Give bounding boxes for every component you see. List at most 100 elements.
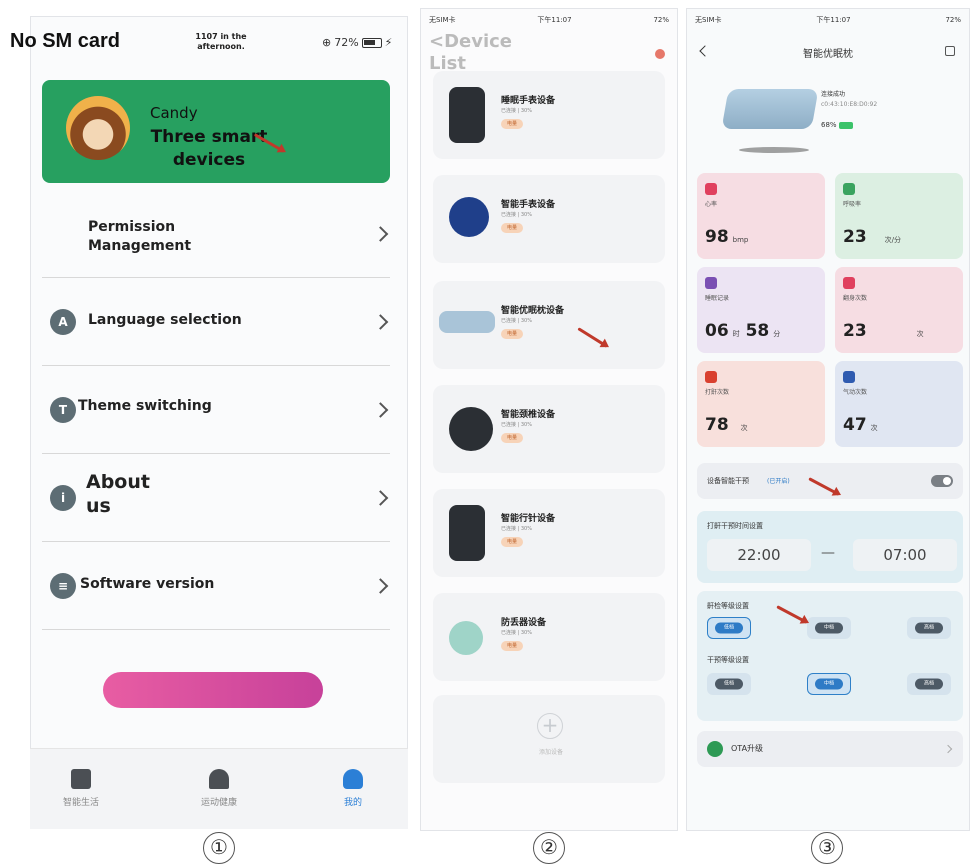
device-card[interactable]: 智能手表设备 已连接 | 30% 电量 [433, 175, 665, 263]
device-battery: 68% [821, 121, 853, 129]
schedule-label: 打鼾干预时间设置 [707, 522, 763, 530]
start-time-field[interactable]: 22:00 [707, 539, 811, 571]
device-name: 智能行针设备 [501, 514, 556, 524]
tab-smart-life[interactable]: 智能生活 [36, 769, 126, 808]
battery-icon [361, 37, 382, 48]
shoe-icon [209, 769, 229, 789]
menu-label: About us [86, 471, 150, 517]
figure-number: ③ [811, 832, 843, 864]
device-count: Three smart devices [150, 127, 268, 170]
metric-turn-count[interactable]: 翻身次数 23 次 [835, 267, 963, 353]
phone-screen-pillow-detail: 无SIM卡 下午11:07 72% 智能优眠枕 连接成功 c0:43:10:E8:D… [686, 8, 970, 831]
intervene-level-medium[interactable]: 中档 [807, 673, 851, 695]
device-name: 防丢器设备 [501, 618, 547, 628]
metric-label: 呼吸率 [843, 201, 862, 208]
snore-level-medium[interactable]: 中档 [807, 617, 851, 639]
menu-label: Language selection [88, 312, 242, 328]
carrier-status: 无SIM卡 [695, 16, 722, 24]
metric-snore-count[interactable]: 打鼾次数 78 次 [697, 361, 825, 447]
metric-label: 翻身次数 [843, 295, 868, 302]
pillow-image [721, 89, 819, 129]
edit-icon[interactable] [945, 46, 955, 56]
pillow-image [439, 311, 495, 333]
add-device-label: 添加设备 [538, 749, 563, 756]
menu-theme-switching[interactable]: T Theme switching [42, 366, 390, 454]
phone-screen-device-list: 无SIM卡 下午11:07 72% <Device List 睡眠手表设备 已连接 |… [420, 8, 678, 831]
neck-device-image [449, 407, 493, 451]
tab-label: 我的 [343, 798, 362, 808]
shirt-icon: T [50, 397, 76, 423]
clock: 下午11:07 [537, 16, 572, 24]
device-card[interactable]: 智能颈椎设备 已连接 | 30% 电量 [433, 385, 665, 473]
figure-number: ② [533, 832, 565, 864]
device-card[interactable]: 防丢器设备 已连接 | 30% 电量 [433, 593, 665, 681]
chevron-right-icon [372, 314, 389, 330]
page-title: 智能优眠枕 [803, 49, 853, 60]
tab-sport-health[interactable]: 运动健康 [174, 769, 264, 808]
device-status: 已连接 | 30% [501, 212, 532, 218]
metric-label: 打鼾次数 [705, 389, 730, 396]
tab-label: 智能生活 [62, 798, 99, 808]
level-label: 高档 [915, 622, 943, 634]
avatar[interactable] [66, 96, 130, 160]
status-bar: 无SIM卡 下午11:07 72% [421, 9, 677, 31]
metric-value: 23 次/分 [843, 227, 901, 247]
back-button[interactable]: <Device List [429, 31, 539, 75]
end-time-field[interactable]: 07:00 [853, 539, 957, 571]
add-device-card[interactable]: + 添加设备 [433, 695, 665, 783]
device-name: 睡眠手表设备 [501, 96, 556, 106]
metric-respiration[interactable]: 呼吸率 23 次/分 [835, 173, 963, 259]
metric-unit: 时 [732, 330, 740, 338]
device-card[interactable]: 智能行针设备 已连接 | 30% 电量 [433, 489, 665, 577]
tracker-image [449, 621, 483, 655]
logout-button[interactable] [103, 672, 323, 708]
lungs-icon [843, 183, 855, 195]
battery-percent: 72% [653, 16, 669, 24]
intervene-level-label: 干预等级设置 [707, 656, 749, 664]
person-icon [343, 769, 363, 789]
watch-image [449, 87, 485, 143]
battery-percent: 72% [945, 16, 961, 24]
device-card[interactable]: 睡眠手表设备 已连接 | 30% 电量 [433, 71, 665, 159]
clock: 下午11:07 [816, 16, 851, 24]
ota-label: OTA升级 [731, 744, 764, 753]
layers-icon: ≡ [50, 573, 76, 599]
metric-unit: 次 [870, 424, 878, 432]
add-icon[interactable] [655, 49, 665, 59]
menu-about-us[interactable]: i About us [42, 454, 390, 542]
tab-mine[interactable]: 我的 [308, 769, 398, 808]
device-battery-percent: 68% [821, 121, 837, 129]
snore-level-label: 鼾检等级设置 [707, 602, 749, 610]
user-name: Candy [150, 104, 198, 122]
device-tag: 电量 [501, 329, 523, 339]
level-label: 低档 [715, 678, 743, 690]
connection-status: 连接成功 [821, 91, 846, 98]
metric-heart-rate[interactable]: 心率 98 bmp [697, 173, 825, 259]
chevron-right-icon [943, 744, 953, 754]
menu-permission-management[interactable]: Permission Management [42, 190, 390, 278]
ota-row[interactable]: OTA升级 [697, 731, 963, 767]
snore-level-high[interactable]: 高档 [907, 617, 951, 639]
metric-number: 23 [843, 321, 867, 341]
watch-image [449, 197, 489, 237]
intervention-row: 设备智能干预 (已开启) [697, 463, 963, 499]
snore-level-low[interactable]: 低档 [707, 617, 751, 639]
charging-icon: ⚡ [384, 36, 393, 49]
metric-unit: 次 [740, 424, 748, 432]
menu-software-version[interactable]: ≡ Software version [42, 542, 390, 630]
level-label: 中档 [815, 622, 843, 634]
intervene-level-high[interactable]: 高档 [907, 673, 951, 695]
metric-air-count[interactable]: 气动次数 47 次 [835, 361, 963, 447]
metric-label: 气动次数 [843, 389, 868, 396]
menu-language-selection[interactable]: A Language selection [42, 278, 390, 366]
menu-label: Software version [80, 576, 215, 592]
intervene-level-low[interactable]: 低档 [707, 673, 751, 695]
device-card[interactable]: 智能优眠枕设备 已连接 | 30% 电量 [433, 281, 665, 369]
device-name: 智能手表设备 [501, 200, 556, 210]
device-name: 智能优眠枕设备 [501, 306, 565, 316]
metric-sleep-record[interactable]: 睡眠记录 06 时 58 分 [697, 267, 825, 353]
ota-icon [707, 741, 723, 757]
turn-icon [843, 277, 855, 289]
language-icon: A [50, 309, 76, 335]
intervention-toggle[interactable] [931, 475, 953, 487]
